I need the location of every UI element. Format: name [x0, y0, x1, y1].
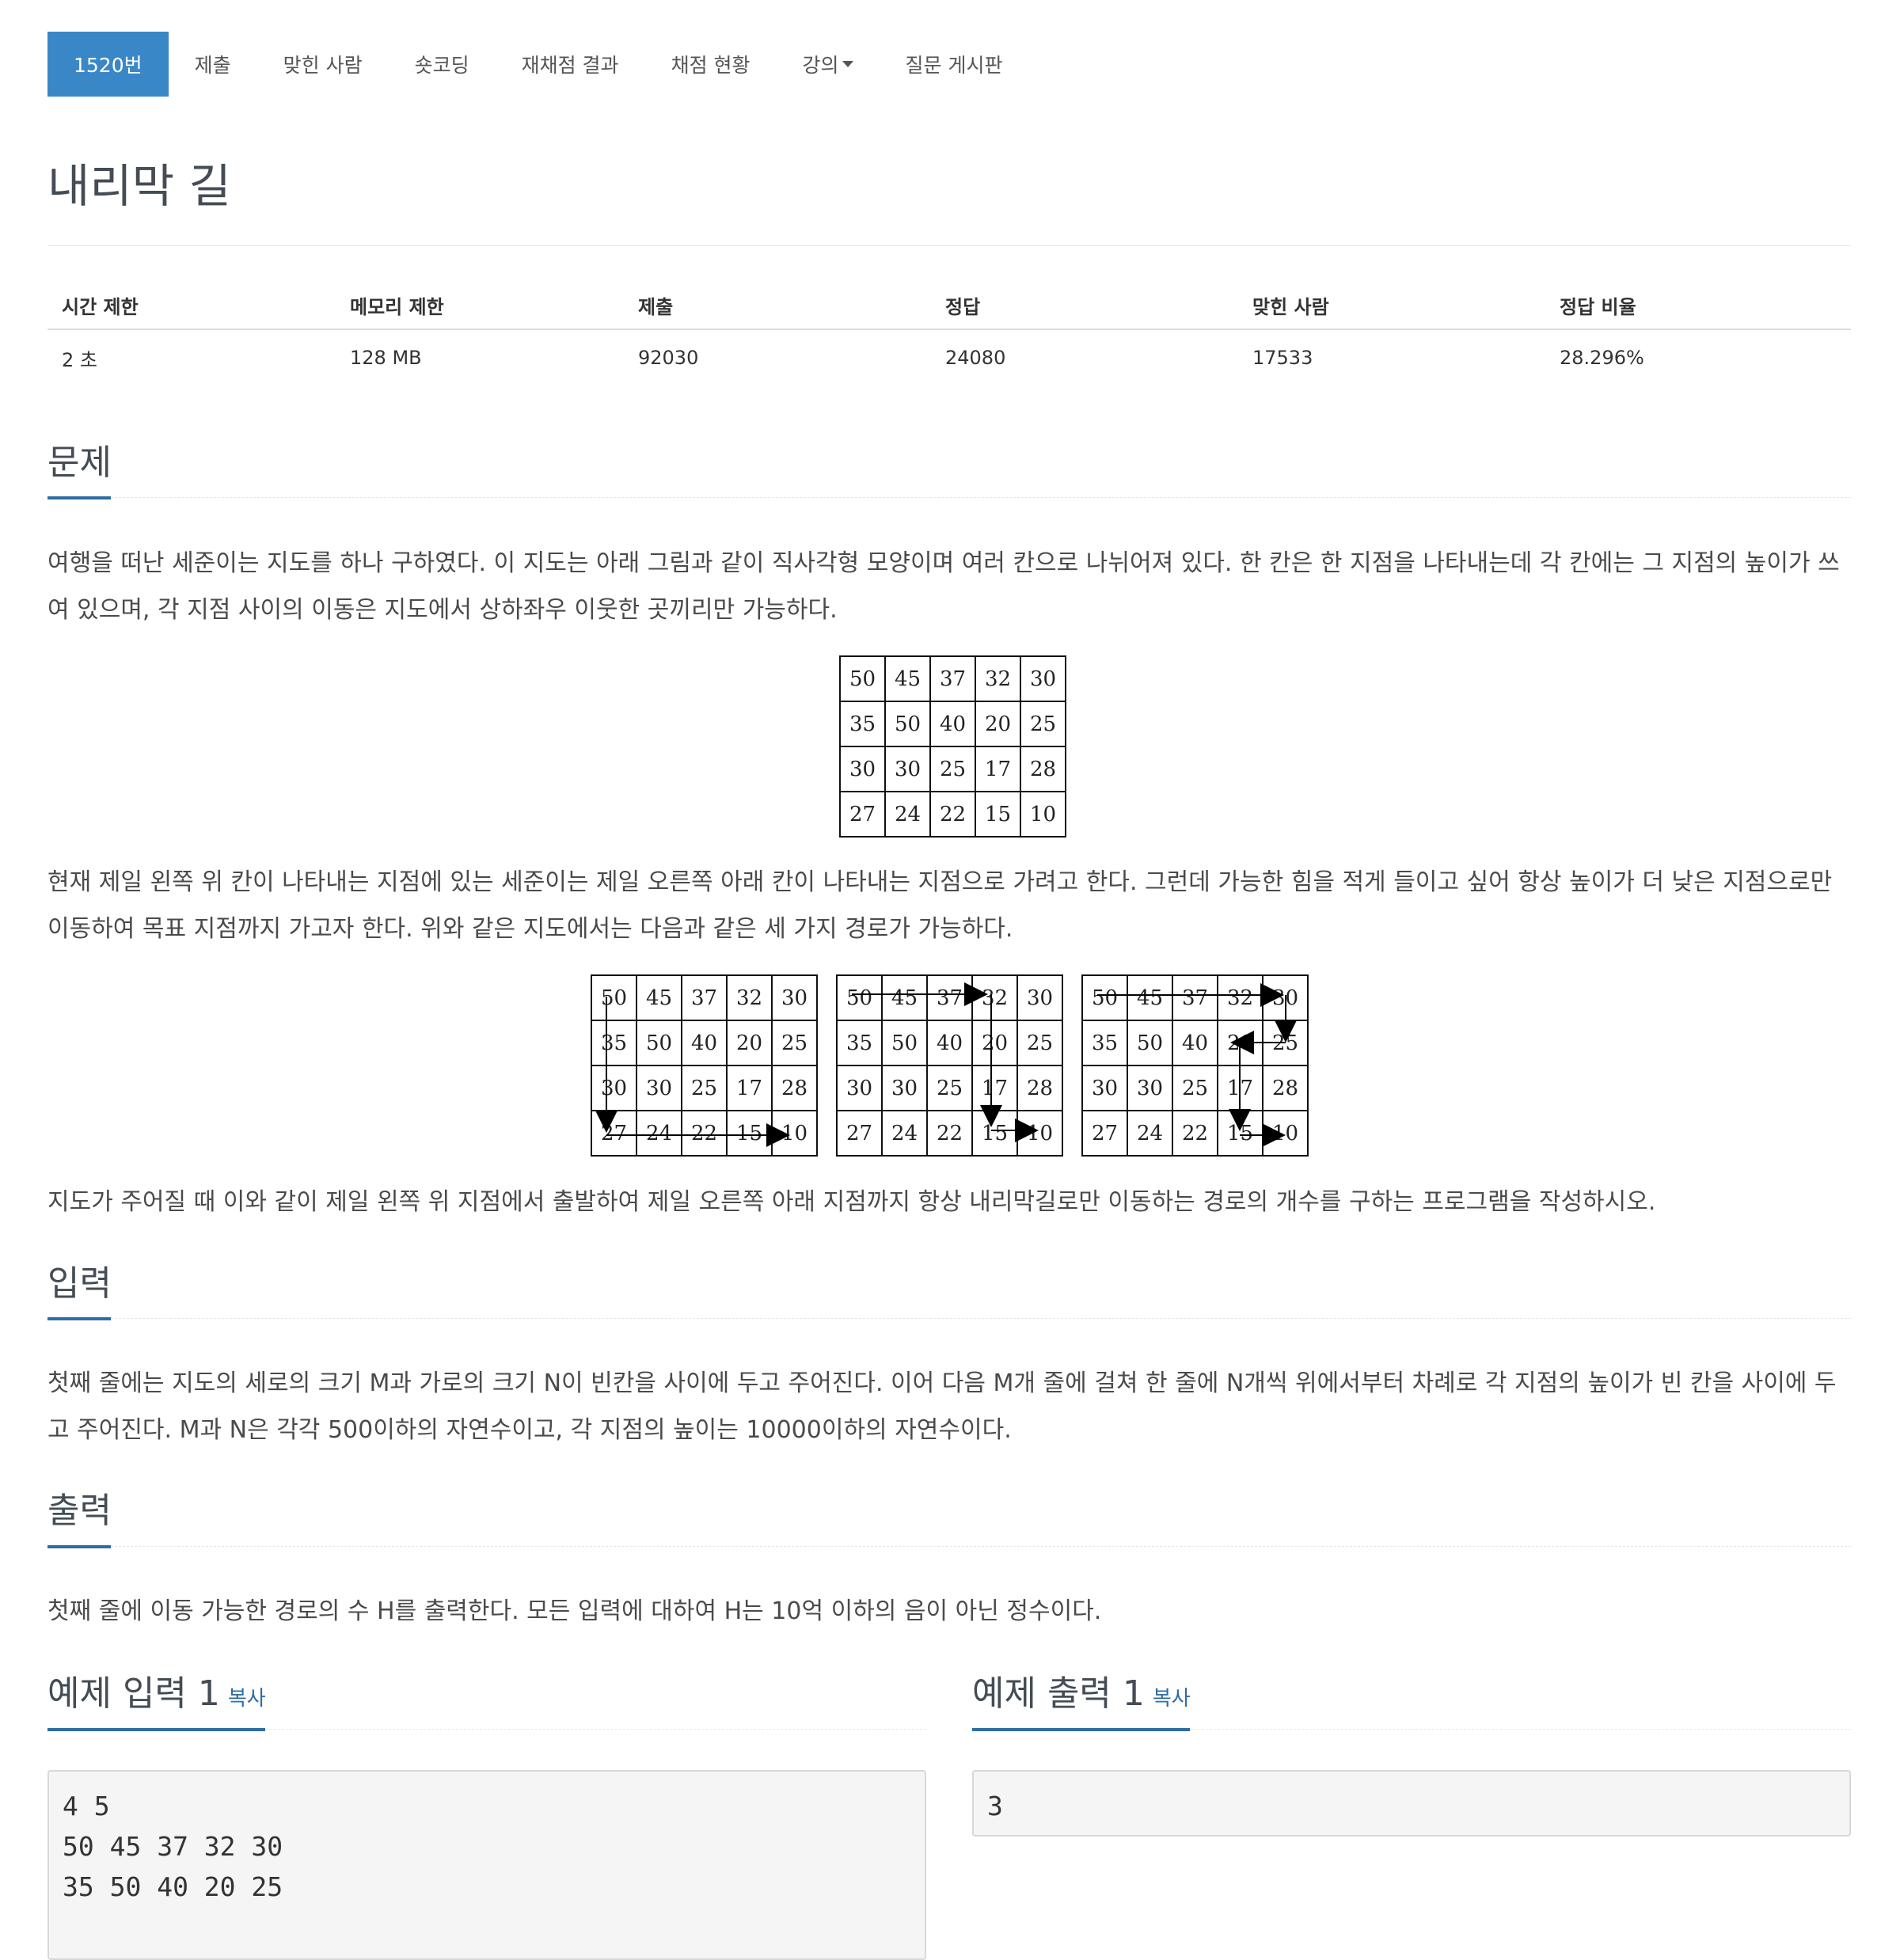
grid-cell: 25 — [929, 746, 976, 792]
arrow-right-icon — [1260, 983, 1284, 1007]
output-heading-underline — [48, 1545, 1851, 1548]
sample-input-heading: 예제 입력 1 복사 — [48, 1673, 266, 1720]
stats-header-row: 시간 제한 메모리 제한 제출 정답 맞힌 사람 정답 비율 — [48, 281, 1851, 330]
grid-cell: 27 — [839, 791, 886, 838]
sample-input-underline — [48, 1728, 926, 1731]
sample-output-box[interactable]: 3 — [972, 1770, 1851, 1837]
output-description: 첫째 줄에 이동 가능한 경로의 수 H를 출력한다. 모든 입력에 대하여 H… — [48, 1597, 1102, 1625]
problem-heading-underline — [48, 496, 1851, 499]
problem-stats-table: 시간 제한 메모리 제한 제출 정답 맞힌 사람 정답 비율 2 초 128 M… — [48, 281, 1851, 386]
stats-header-submissions: 제출 — [624, 281, 931, 330]
problem-description-1: 여행을 떠난 세준이는 지도를 하나 구하였다. 이 지도는 아래 그림과 같이… — [48, 549, 1840, 624]
tab-lectures-dropdown[interactable]: 강의 — [777, 32, 880, 97]
stats-memory-limit: 128 MB — [350, 347, 422, 369]
grid-cell: 35 — [839, 701, 886, 747]
stats-submissions: 92030 — [638, 347, 699, 369]
copy-sample-input-button[interactable]: 복사 — [228, 1687, 266, 1711]
tab-lectures-label: 강의 — [802, 54, 839, 77]
height-map-grid: 50 45 37 32 30 35 50 40 20 25 30 30 25 17 28 27 24 22 15 10 — [839, 655, 1066, 838]
arrow-right-icon — [964, 982, 988, 1006]
problem-heading: 문제 — [48, 443, 112, 483]
tab-rejudge-results[interactable]: 재채점 결과 — [496, 32, 645, 97]
grid-cell: 30 — [1020, 655, 1066, 702]
sample-output-title: 예제 출력 1 — [972, 1673, 1145, 1714]
grid-row: 30 30 25 17 28 — [839, 746, 1066, 792]
grid-row: 3550402025 — [839, 701, 1066, 747]
arrow-left-icon — [1230, 1031, 1254, 1054]
grid-cell: 22 — [929, 791, 976, 838]
grid-cell: 30 — [884, 746, 931, 792]
path-arrows-1 — [595, 997, 790, 1147]
tab-problem-number[interactable]: 1520번 — [48, 32, 169, 97]
arrow-down-icon — [980, 1105, 1002, 1127]
stats-header-accepted: 정답 — [931, 281, 1238, 330]
stats-header-ratio: 정답 비율 — [1545, 281, 1851, 330]
grid-cell: 40 — [929, 701, 976, 747]
stats-time-limit: 2 초 — [62, 348, 97, 371]
grid-cell: 15 — [975, 791, 1021, 838]
grid-row: 50 45 37 32 30 — [839, 655, 1066, 702]
output-heading: 출력 — [48, 1491, 112, 1531]
grid-row: 27 24 22 15 10 — [839, 791, 1066, 838]
arrow-down-icon — [1275, 1020, 1297, 1043]
copy-sample-output-button[interactable]: 복사 — [1153, 1687, 1191, 1711]
grid-cell: 25 — [1020, 701, 1066, 747]
sample-input-box[interactable]: 4 5 50 45 37 32 30 35 50 40 20 25 — [48, 1770, 926, 1960]
arrow-down-icon — [595, 1111, 618, 1133]
grid-cell: 30 — [839, 746, 886, 792]
title-divider — [48, 245, 1851, 246]
grid-cell: 50 — [839, 655, 886, 702]
grid-cell: 32 — [975, 655, 1021, 702]
problem-description-3: 지도가 주어질 때 이와 같이 제일 왼쪽 위 지점에서 출발하여 제일 오른쪽… — [48, 1188, 1656, 1216]
problem-title: 내리막 길 — [48, 159, 231, 213]
arrow-right-icon — [766, 1123, 790, 1147]
path-arrows-3 — [1097, 983, 1297, 1147]
stats-header-memory-limit: 메모리 제한 — [336, 281, 624, 330]
sample-input-title: 예제 입력 1 — [48, 1673, 220, 1714]
sample-output-heading: 예제 출력 1 복사 — [972, 1673, 1191, 1720]
input-description: 첫째 줄에는 지도의 세로의 크기 M과 가로의 크기 N이 빈칸을 사이에 두… — [48, 1369, 1837, 1444]
tab-judge-status[interactable]: 채점 현황 — [645, 32, 777, 97]
stats-header-solvers: 맞힌 사람 — [1238, 281, 1545, 330]
tab-question-board[interactable]: 질문 게시판 — [880, 32, 1029, 97]
grid-cell: 10 — [1020, 791, 1066, 838]
input-heading-underline — [48, 1317, 1851, 1320]
arrow-down-icon — [1229, 1109, 1251, 1131]
grid-cell: 50 — [884, 701, 931, 747]
stats-solvers: 17533 — [1252, 347, 1313, 369]
sample-output-underline — [972, 1728, 1851, 1731]
grid-cell: 37 — [929, 655, 976, 702]
grid-cell: 17 — [975, 746, 1021, 792]
grid-cell: 45 — [884, 655, 931, 702]
stats-ratio: 28.296% — [1560, 347, 1644, 369]
grid-cell: 28 — [1020, 746, 1066, 792]
caret-down-icon — [842, 61, 853, 67]
tab-submit[interactable]: 제출 — [169, 32, 257, 97]
problem-nav-tabs: 1520번 제출 맞힌 사람 숏코딩 재채점 결과 채점 현황 강의 질문 게시… — [48, 32, 1028, 97]
stats-header-time-limit: 시간 제한 — [48, 281, 336, 330]
grid-cell: 24 — [884, 791, 931, 838]
input-heading: 입력 — [48, 1263, 112, 1304]
stats-value-row: 2 초 128 MB 92030 24080 17533 28.296% — [48, 329, 1851, 386]
problem-description-2: 현재 제일 왼쪽 위 칸이 나타내는 지점에 있는 세준이는 제일 오른쪽 아래… — [48, 868, 1833, 943]
arrow-right-icon — [1015, 1119, 1039, 1142]
stats-accepted: 24080 — [945, 347, 1006, 369]
path-arrows-2 — [852, 982, 1039, 1142]
grid-cell: 20 — [975, 701, 1021, 747]
tab-short-coding[interactable]: 숏코딩 — [389, 32, 496, 97]
arrow-right-icon — [1262, 1123, 1286, 1147]
tab-solvers[interactable]: 맞힌 사람 — [257, 32, 389, 97]
